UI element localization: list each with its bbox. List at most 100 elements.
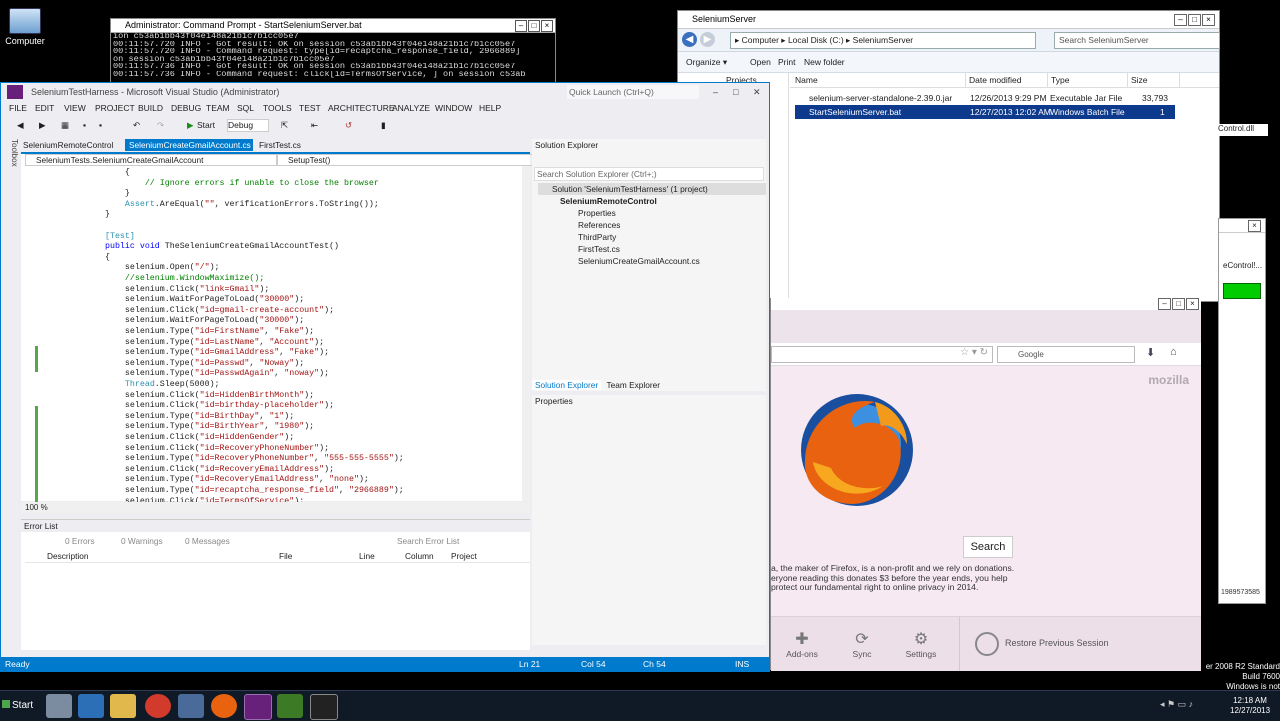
close-button[interactable]: ✕: [753, 83, 761, 101]
maximize-button[interactable]: □: [1188, 14, 1201, 26]
code-editor[interactable]: { // Ignore errors if unable to close th…: [21, 166, 530, 510]
tree-item[interactable]: FirstTest.cs: [538, 243, 766, 255]
powershell-icon[interactable]: [78, 694, 104, 718]
chrome-icon[interactable]: [145, 694, 171, 718]
code-line[interactable]: selenium.Open("/");: [105, 263, 220, 274]
tree-item[interactable]: References: [538, 219, 766, 231]
toolbox-tab[interactable]: Toolbox: [3, 139, 19, 179]
menu-architecture[interactable]: ARCHITECTURE: [328, 101, 395, 115]
code-line[interactable]: {: [105, 168, 130, 179]
solution-explorer-panel[interactable]: Solution Explorer Search Solution Explor…: [532, 139, 766, 391]
close-button[interactable]: ×: [541, 20, 553, 32]
home-icon[interactable]: ⌂: [1170, 346, 1177, 358]
maximize-button[interactable]: □: [733, 83, 738, 101]
visual-studio-icon[interactable]: [244, 694, 272, 720]
toolbar-icon[interactable]: ↺: [345, 115, 352, 135]
file-row-selected[interactable]: StartSeleniumServer.bat 12/27/2013 12:02…: [794, 104, 1176, 131]
error-list-panel[interactable]: Error List 0 Errors 0 Warnings 0 Message…: [21, 519, 530, 650]
error-search-input[interactable]: Search Error List: [397, 533, 522, 549]
code-line[interactable]: selenium.Click("link=Gmail");: [105, 285, 269, 296]
search-box[interactable]: Google: [997, 346, 1135, 363]
explorer-titlebar[interactable]: SeleniumServer – □ ×: [678, 11, 1219, 29]
bookmark-icon[interactable]: ▮: [381, 115, 386, 135]
code-line[interactable]: selenium.Type("id=FirstName", "Fake");: [105, 327, 314, 338]
menu-build[interactable]: BUILD: [138, 101, 163, 115]
properties-panel[interactable]: Properties: [532, 395, 766, 645]
sync-button[interactable]: ⟳ Sync: [845, 629, 879, 659]
close-button[interactable]: ×: [1248, 220, 1261, 232]
solution-node[interactable]: Solution 'SeleniumTestHarness' (1 projec…: [538, 183, 766, 195]
close-button[interactable]: ×: [1186, 298, 1199, 310]
tree-item[interactable]: SeleniumCreateGmailAccount.cs: [538, 255, 766, 267]
code-line[interactable]: }: [105, 189, 130, 200]
back-icon[interactable]: ◀: [17, 115, 24, 135]
menu-test[interactable]: TEST: [299, 101, 321, 115]
code-line[interactable]: selenium.Type("id=RecoveryPhoneNumber", …: [105, 454, 404, 465]
menu-file[interactable]: FILE: [9, 101, 27, 115]
code-line[interactable]: Thread.Sleep(5000);: [105, 380, 220, 391]
code-line[interactable]: selenium.Type("id=PasswdAgain", "noway")…: [105, 369, 329, 380]
menu-analyze[interactable]: ANALYZE: [392, 101, 430, 115]
code-line[interactable]: selenium.Type("id=BirthYear", "1980");: [105, 422, 314, 433]
tab-solution-explorer[interactable]: Solution Explorer: [532, 380, 602, 390]
new-folder-button[interactable]: New folder: [804, 52, 845, 72]
solution-search-input[interactable]: Search Solution Explorer (Ctrl+;): [534, 167, 764, 181]
search-button[interactable]: Search: [963, 536, 1013, 558]
code-line[interactable]: selenium.Click("id=birthday-placeholder"…: [105, 401, 334, 412]
command-prompt-icon[interactable]: [310, 694, 338, 720]
code-line[interactable]: //selenium.WindowMaximize();: [105, 274, 264, 285]
col-file[interactable]: File: [279, 550, 292, 562]
restore-session-button[interactable]: Restore Previous Session: [975, 631, 1109, 656]
menu-help[interactable]: HELP: [479, 101, 501, 115]
server-manager-icon[interactable]: [46, 694, 72, 718]
vs-titlebar[interactable]: SeleniumTestHarness - Microsoft Visual S…: [1, 83, 769, 101]
member-dropdown[interactable]: SetupTest(): [277, 154, 539, 166]
code-line[interactable]: selenium.Click("id=HiddenBirthMonth");: [105, 391, 314, 402]
col-description[interactable]: Description: [47, 550, 89, 562]
tab-selenium-remote-control[interactable]: SeleniumRemoteControl: [23, 139, 113, 151]
minimize-button[interactable]: –: [1158, 298, 1171, 310]
code-line[interactable]: // Ignore errors if unable to close the …: [105, 179, 379, 190]
class-dropdown[interactable]: SeleniumTests.SeleniumCreateGmailAccount: [25, 154, 277, 166]
quick-launch-input[interactable]: Quick Launch (Ctrl+Q): [567, 85, 699, 99]
new-project-icon[interactable]: ▦: [61, 115, 69, 135]
errors-filter[interactable]: 0 Errors: [65, 533, 95, 549]
firefox-window[interactable]: – □ × ☆ ▾ ↻ Google ⬇ ⌂ mozilla Search a,…: [770, 298, 1201, 671]
download-icon[interactable]: ⬇: [1146, 346, 1155, 359]
tab-team-explorer[interactable]: Team Explorer: [604, 380, 664, 390]
forward-arrow-icon[interactable]: ▶: [700, 32, 715, 47]
column-name[interactable]: Name: [792, 73, 966, 87]
code-line[interactable]: Assert.AreEqual("", verificationErrors.T…: [105, 200, 379, 211]
menu-project[interactable]: PROJECT: [95, 101, 135, 115]
code-line[interactable]: selenium.Type("id=GmailAddress", "Fake")…: [105, 348, 329, 359]
messages-filter[interactable]: 0 Messages: [185, 533, 230, 549]
start-button[interactable]: Start: [197, 115, 215, 135]
url-bar[interactable]: ☆ ▾ ↻: [771, 346, 993, 363]
code-line[interactable]: selenium.Type("id=RecoveryEmailAddress",…: [105, 475, 369, 486]
warnings-filter[interactable]: 0 Warnings: [121, 533, 163, 549]
code-line[interactable]: selenium.Type("id=Passwd", "Noway");: [105, 359, 304, 370]
redo-icon[interactable]: ↷: [157, 115, 164, 135]
col-line[interactable]: Line: [359, 550, 375, 562]
column-date[interactable]: Date modified: [966, 73, 1048, 87]
col-column[interactable]: Column: [405, 550, 434, 562]
tree-item[interactable]: ThirdParty: [538, 231, 766, 243]
folder-icon[interactable]: [110, 694, 136, 718]
code-line[interactable]: selenium.Type("id=recaptcha_response_fie…: [105, 486, 404, 497]
minimize-button[interactable]: –: [713, 83, 718, 101]
menu-team[interactable]: TEAM: [206, 101, 230, 115]
project-node[interactable]: SeleniumRemoteControl: [538, 195, 766, 207]
config-select[interactable]: Debug: [227, 119, 269, 132]
close-button[interactable]: ×: [1202, 14, 1215, 26]
minimize-button[interactable]: –: [1174, 14, 1187, 26]
organize-button[interactable]: Organize ▾: [686, 52, 727, 72]
code-line[interactable]: selenium.Click("id=RecoveryEmailAddress"…: [105, 465, 334, 476]
nunit-icon[interactable]: [277, 694, 303, 718]
visual-studio-window[interactable]: SeleniumTestHarness - Microsoft Visual S…: [0, 82, 770, 672]
code-line[interactable]: selenium.Click("id=gmail-create-account"…: [105, 306, 334, 317]
play-icon[interactable]: ▶: [187, 115, 194, 135]
clock[interactable]: 12:18 AM 12/27/2013: [1230, 696, 1270, 716]
toolbar-icon[interactable]: ⇱: [281, 115, 288, 135]
network-icon[interactable]: [178, 694, 204, 718]
star-icon[interactable]: ☆ ▾ ↻: [960, 347, 988, 358]
